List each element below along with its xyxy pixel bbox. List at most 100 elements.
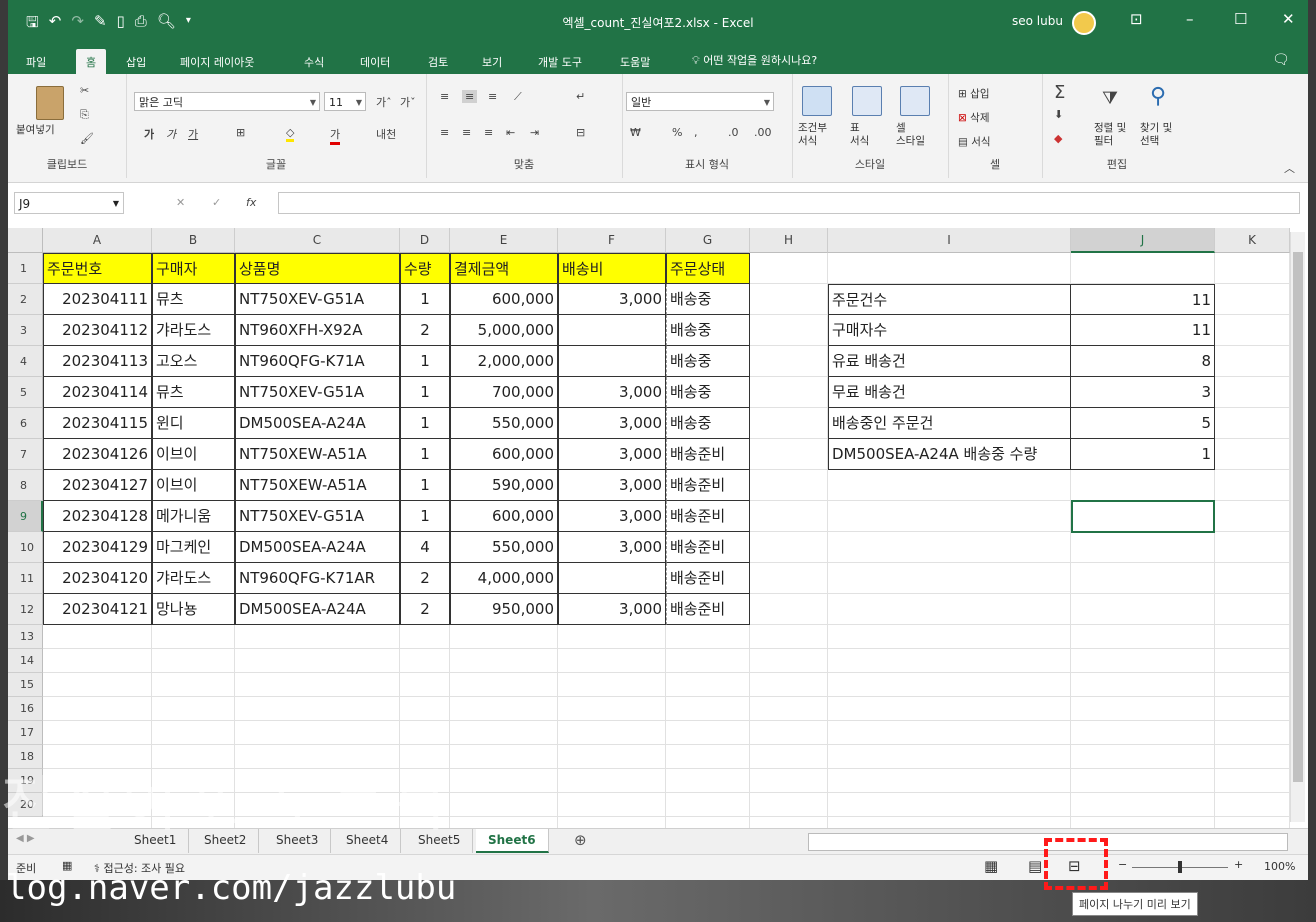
column-header-B[interactable]: B: [152, 228, 235, 253]
user-name[interactable]: seo lubu: [1012, 14, 1063, 28]
format-painter-icon[interactable]: 🖌︎: [80, 132, 94, 145]
header-cell-E[interactable]: 결제금액: [450, 253, 558, 284]
table-cell-G12[interactable]: 배송준비: [666, 594, 750, 625]
table-cell-B3[interactable]: 갸라도스: [152, 315, 235, 346]
table-cell-A5[interactable]: 202304114: [43, 377, 152, 408]
table-cell-C6[interactable]: DM500SEA-A24A: [235, 408, 400, 439]
align-right-icon[interactable]: ≡: [484, 126, 493, 139]
header-cell-A[interactable]: 주문번호: [43, 253, 152, 284]
column-header-I[interactable]: I: [828, 228, 1071, 253]
table-cell-D7[interactable]: 1: [400, 439, 450, 470]
row-header-2[interactable]: 2: [8, 284, 43, 315]
column-header-G[interactable]: G: [666, 228, 750, 253]
decrease-font-icon[interactable]: 가ˇ: [400, 94, 416, 110]
table-cell-G3[interactable]: 배송중: [666, 315, 750, 346]
zoom-slider-thumb[interactable]: [1178, 861, 1182, 873]
number-format-select[interactable]: 일반 ▼: [626, 92, 774, 111]
align-center-icon[interactable]: ≡: [462, 126, 471, 139]
new-sheet-icon[interactable]: ⊕: [574, 831, 587, 849]
align-bottom-icon[interactable]: ≡: [488, 90, 497, 103]
table-cell-E8[interactable]: 590,000: [450, 470, 558, 501]
table-cell-D10[interactable]: 4: [400, 532, 450, 563]
row-header-11[interactable]: 11: [8, 563, 43, 594]
header-cell-C[interactable]: 상품명: [235, 253, 400, 284]
maximize-icon[interactable]: ☐: [1234, 10, 1247, 28]
name-box[interactable]: J9 ▼: [14, 192, 124, 214]
active-cell-J9[interactable]: [1071, 500, 1215, 533]
normal-view-icon[interactable]: ▦: [984, 857, 998, 875]
table-cell-D2[interactable]: 1: [400, 284, 450, 315]
percent-icon[interactable]: %: [672, 126, 682, 139]
table-cell-A6[interactable]: 202304115: [43, 408, 152, 439]
row-header-1[interactable]: 1: [8, 253, 43, 284]
zoom-slider[interactable]: [1132, 861, 1228, 873]
paste-label[interactable]: 붙여넣기: [16, 122, 55, 137]
align-middle-icon[interactable]: ≡: [462, 90, 478, 103]
table-cell-E9[interactable]: 600,000: [450, 501, 558, 532]
table-cell-A11[interactable]: 202304120: [43, 563, 152, 594]
column-header-E[interactable]: E: [450, 228, 558, 253]
table-cell-G4[interactable]: 배송중: [666, 346, 750, 377]
summary-label-I2[interactable]: 주문건수: [828, 284, 1071, 315]
column-header-C[interactable]: C: [235, 228, 400, 253]
orientation-icon[interactable]: ⟋: [514, 90, 522, 104]
table-cell-D4[interactable]: 1: [400, 346, 450, 377]
table-cell-C8[interactable]: NT750XEW-A51A: [235, 470, 400, 501]
table-cell-F9[interactable]: 3,000: [558, 501, 666, 532]
row-header-7[interactable]: 7: [8, 439, 43, 470]
summary-label-I3[interactable]: 구매자수: [828, 315, 1071, 346]
table-cell-C9[interactable]: NT750XEV-G51A: [235, 501, 400, 532]
enter-icon[interactable]: ✓: [212, 196, 221, 209]
row-header-10[interactable]: 10: [8, 532, 43, 563]
find-select-label[interactable]: 찾기 및 선택: [1140, 122, 1172, 148]
table-cell-G9[interactable]: 배송준비: [666, 501, 750, 532]
table-cell-F7[interactable]: 3,000: [558, 439, 666, 470]
cancel-icon[interactable]: ✕: [176, 196, 185, 209]
table-cell-C10[interactable]: DM500SEA-A24A: [235, 532, 400, 563]
phonetic-icon[interactable]: 내천: [376, 126, 396, 142]
column-header-D[interactable]: D: [400, 228, 450, 253]
comma-icon[interactable]: ,: [694, 126, 698, 139]
table-cell-D9[interactable]: 1: [400, 501, 450, 532]
table-cell-E11[interactable]: 4,000,000: [450, 563, 558, 594]
zoom-in-icon[interactable]: +: [1234, 858, 1243, 871]
table-cell-G10[interactable]: 배송준비: [666, 532, 750, 563]
minimize-icon[interactable]: –: [1186, 10, 1194, 28]
row-header-12[interactable]: 12: [8, 594, 43, 625]
table-cell-F6[interactable]: 3,000: [558, 408, 666, 439]
sort-filter-label[interactable]: 정렬 및 필터: [1094, 122, 1126, 148]
sheet-tab-sheet6[interactable]: Sheet6: [476, 829, 549, 853]
table-cell-A3[interactable]: 202304112: [43, 315, 152, 346]
insert-cells-button[interactable]: ⊞ 삽입: [958, 86, 989, 101]
table-cell-D6[interactable]: 1: [400, 408, 450, 439]
table-cell-B10[interactable]: 마그케인: [152, 532, 235, 563]
tab-formulas[interactable]: 수식: [304, 54, 324, 70]
vertical-scrollbar[interactable]: [1290, 232, 1305, 822]
table-cell-F12[interactable]: 3,000: [558, 594, 666, 625]
table-cell-G6[interactable]: 배송중: [666, 408, 750, 439]
row-header-4[interactable]: 4: [8, 346, 43, 377]
table-cell-B7[interactable]: 이브이: [152, 439, 235, 470]
worksheet-grid[interactable]: ABCDEFGHIJK 1 2 3 4 5 6 7 8 9 10 11 12 13 14 15 16 17 18 1…: [8, 228, 1308, 828]
table-cell-E12[interactable]: 950,000: [450, 594, 558, 625]
table-cell-E5[interactable]: 700,000: [450, 377, 558, 408]
table-cell-F8[interactable]: 3,000: [558, 470, 666, 501]
summary-value-J4[interactable]: 8: [1071, 346, 1215, 377]
table-cell-B4[interactable]: 고오스: [152, 346, 235, 377]
tab-page-layout[interactable]: 페이지 레이아웃: [180, 54, 254, 70]
table-cell-E2[interactable]: 600,000: [450, 284, 558, 315]
conditional-format-label[interactable]: 조건부 서식: [798, 122, 827, 148]
summary-value-J2[interactable]: 11: [1071, 284, 1215, 315]
table-cell-B2[interactable]: 뮤츠: [152, 284, 235, 315]
table-cell-B5[interactable]: 뮤츠: [152, 377, 235, 408]
table-cell-F2[interactable]: 3,000: [558, 284, 666, 315]
tab-view[interactable]: 보기: [482, 54, 502, 70]
merge-center-icon[interactable]: ⊟: [576, 126, 585, 139]
accounting-icon[interactable]: ₩: [630, 126, 641, 139]
table-cell-D3[interactable]: 2: [400, 315, 450, 346]
tell-me[interactable]: 💡︎ 어떤 작업을 원하시나요?: [692, 52, 817, 68]
fill-color-icon[interactable]: ◇: [286, 126, 295, 142]
decrease-indent-icon[interactable]: ⇤: [506, 126, 515, 139]
wrap-text-icon[interactable]: ↵: [576, 90, 585, 103]
comment-icon[interactable]: 🗨︎: [1272, 52, 1290, 68]
